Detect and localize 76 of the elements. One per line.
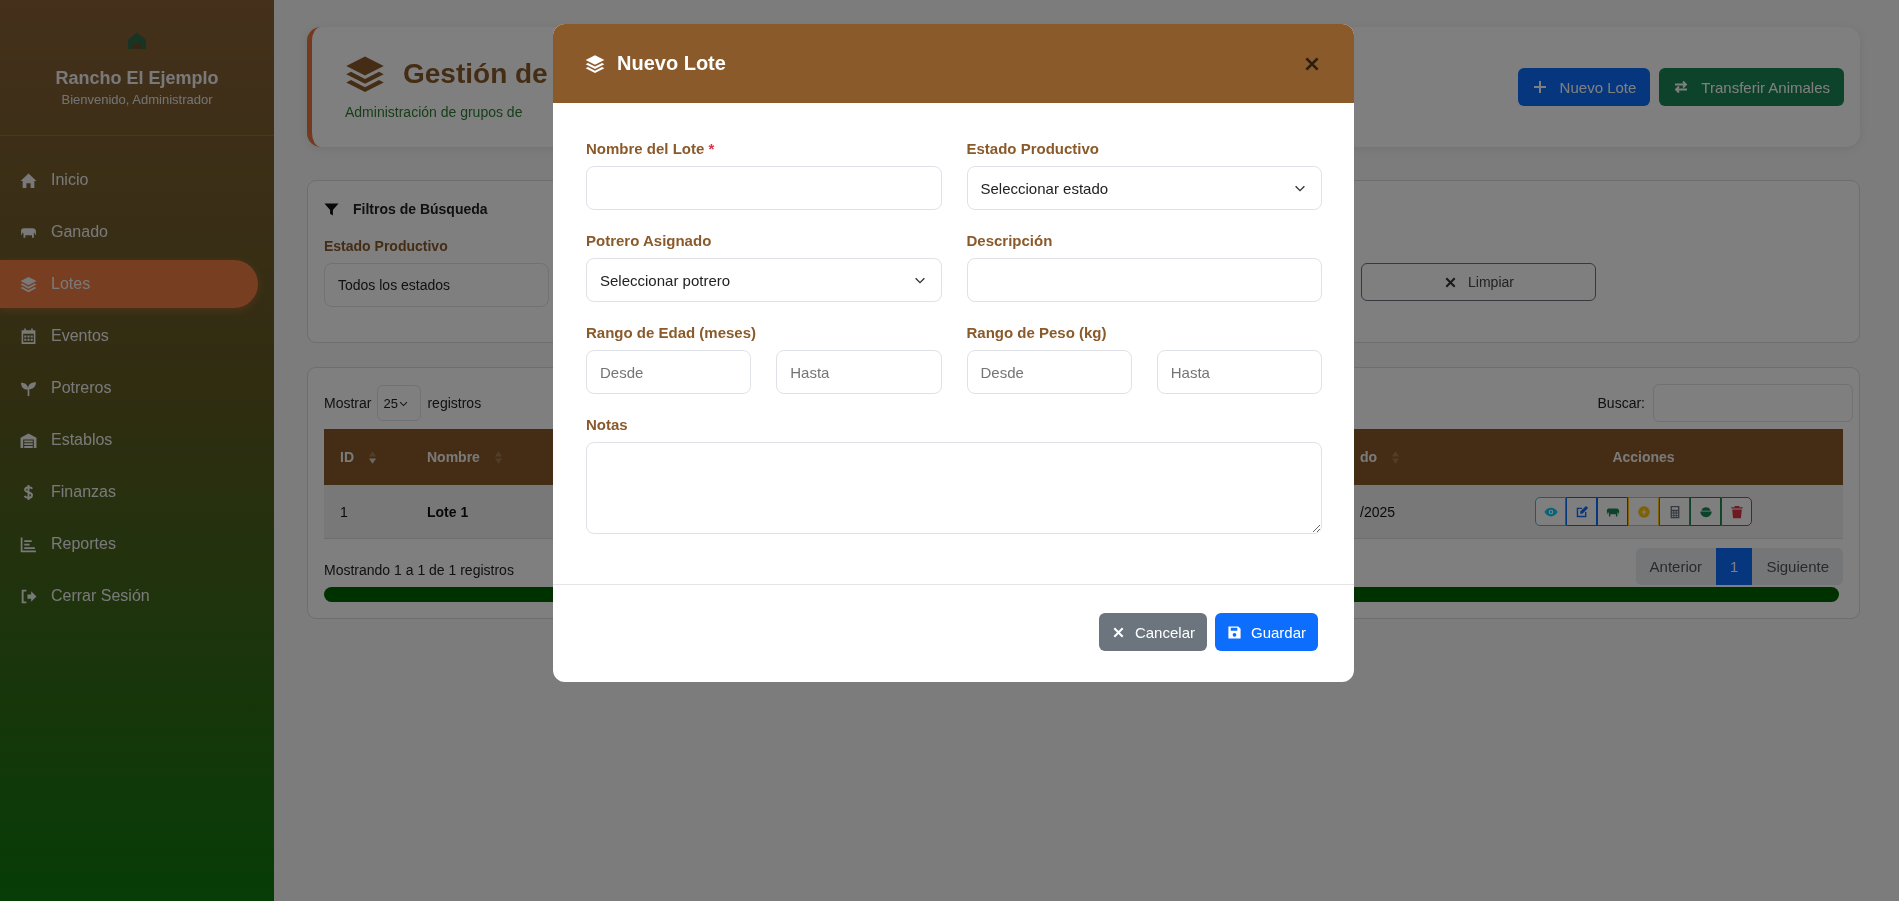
field-label: Notas (586, 416, 629, 433)
input-field[interactable] (966, 258, 1322, 302)
filter-title: Filtros de Búsqueda (353, 201, 488, 217)
input-field[interactable]: Desde (586, 350, 752, 394)
sidebar-subtitle: Bienvenido, Administrador (61, 92, 213, 107)
page-size-select[interactable]: 25 (377, 385, 422, 421)
sidebar-item[interactable]: Reportes (0, 520, 258, 568)
sidebar-item[interactable]: Inicio (0, 156, 258, 204)
edit-icon (1574, 504, 1589, 519)
select-field[interactable]: Todos los estados (324, 263, 549, 307)
table-cell: Lote 1 (427, 503, 469, 520)
action-button[interactable] (1566, 497, 1597, 526)
table-cell: 1 (340, 503, 348, 520)
sidebar-item[interactable]: Eventos (0, 312, 258, 360)
input-field[interactable] (586, 166, 942, 210)
action-button[interactable] (1628, 497, 1659, 526)
input-field[interactable]: Hasta (776, 350, 942, 394)
column-header[interactable]: ID (340, 449, 354, 465)
input-field[interactable]: Hasta (1156, 350, 1322, 394)
field-label: Potrero Asignado (586, 232, 713, 249)
action-button[interactable] (1597, 497, 1628, 526)
new-lot-button[interactable]: Nuevo Lote (1517, 68, 1651, 106)
home-icon (20, 171, 37, 189)
field-label: Descripción (966, 232, 1054, 249)
field-label: Rango de Peso (kg) (966, 324, 1108, 341)
transfer-icon (1673, 79, 1690, 95)
column-header[interactable]: Acciones (1612, 449, 1675, 465)
column-header[interactable]: Nombre (427, 449, 480, 465)
sprout-icon (20, 379, 37, 397)
sign-out-icon (20, 587, 37, 605)
sidebar-item[interactable]: Finanzas (0, 468, 258, 516)
sidebar-item[interactable]: Potreros (0, 364, 258, 412)
sidebar-item[interactable]: Ganado (0, 208, 258, 256)
field-label: Nombre del Lote * (586, 140, 716, 157)
select-field[interactable]: Seleccionar potrero (586, 258, 942, 302)
table-cell: /2025 (1360, 503, 1396, 520)
table-info: Mostrando 1 a 1 de 1 registros (324, 562, 514, 578)
save-icon (1226, 624, 1242, 640)
sidebar-item[interactable]: Lotes (0, 260, 258, 308)
calendar-icon (20, 327, 37, 345)
search-label: Buscar: (1597, 395, 1645, 411)
action-button[interactable] (1659, 497, 1690, 526)
save-button[interactable]: Guardar (1214, 613, 1318, 651)
page-subtitle: Administración de grupos de (345, 104, 524, 120)
sidebar-item[interactable]: Establos (0, 416, 258, 464)
required-mark: * (708, 140, 715, 157)
input-field[interactable]: Desde (966, 350, 1132, 394)
clear-button[interactable]: Limpiar (1361, 263, 1596, 301)
field-label: Rango de Edad (meses) (586, 324, 758, 341)
warehouse-icon (20, 431, 37, 449)
transfer-button[interactable]: Transferir Animales (1659, 68, 1844, 106)
cancel-button[interactable]: Cancelar (1098, 613, 1207, 651)
field-label: Estado Productivo (966, 140, 1101, 157)
layers-icon (20, 275, 37, 293)
filter-icon (324, 201, 339, 217)
layers-icon (585, 53, 605, 74)
modal-title: Nuevo Lote (617, 52, 726, 75)
column-header[interactable]: do (1360, 449, 1378, 465)
sidebar-title: Rancho El Ejemplo (55, 68, 219, 89)
chart-icon (20, 535, 37, 553)
coin-icon (1636, 504, 1651, 519)
page-button[interactable]: 1 (1716, 548, 1753, 585)
notes-field[interactable] (586, 442, 1322, 534)
show-label: Mostrar (324, 395, 372, 411)
trash-icon (1729, 504, 1744, 519)
bowl-icon (1698, 504, 1713, 519)
plus-icon (1531, 79, 1548, 95)
sidebar-item[interactable]: Cerrar Sesión (0, 572, 258, 620)
action-button[interactable] (1535, 497, 1566, 526)
page-title: Gestión de (403, 58, 548, 90)
select-field[interactable]: Seleccionar estado (966, 166, 1322, 210)
action-button[interactable] (1721, 497, 1752, 526)
action-button[interactable] (1690, 497, 1721, 526)
field-label: Estado Productivo (324, 238, 448, 254)
layers-icon (345, 54, 385, 94)
records-label: registros (427, 395, 482, 411)
